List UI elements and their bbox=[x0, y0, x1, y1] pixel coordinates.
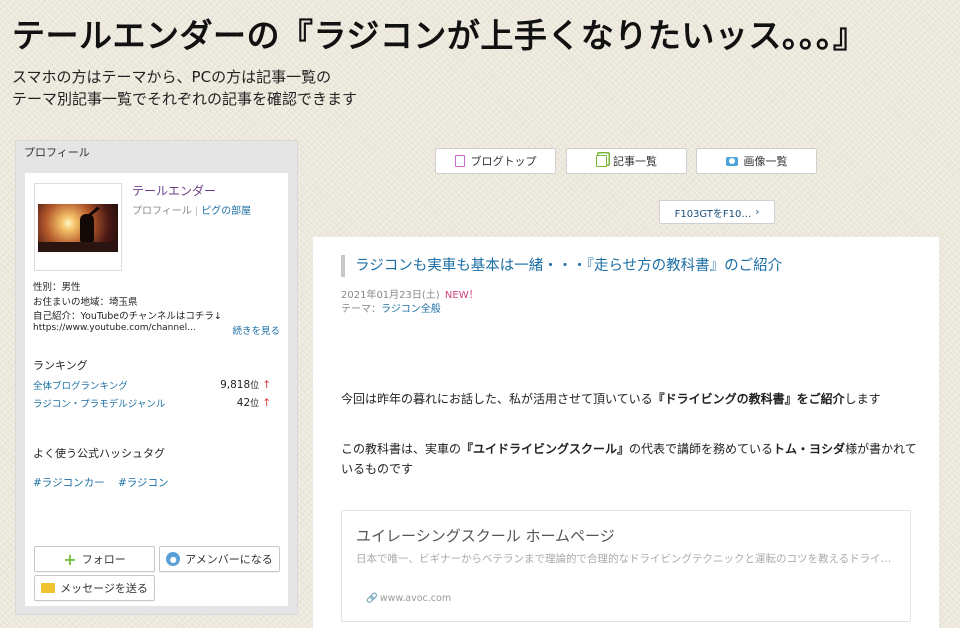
blog-header: テールエンダーの『ラジコンが上手くなりたいッス。。。』 スマホの方はテーマから、… bbox=[12, 14, 952, 110]
pigg-room-link[interactable]: ピグの部屋 bbox=[201, 206, 251, 217]
new-badge: NEW！ bbox=[444, 290, 479, 301]
article-list-icon bbox=[596, 155, 607, 167]
avatar[interactable] bbox=[38, 204, 118, 252]
profile-link[interactable]: プロフィール bbox=[132, 206, 192, 217]
link-separator: | bbox=[194, 206, 199, 217]
link-card-description: 日本で唯一、ビギナーからベテランまで理論的で合理的なドライビングテクニックと運転… bbox=[356, 553, 901, 565]
image-list-label: 画像一覧 bbox=[743, 155, 788, 168]
article-entry: ラジコンも実車も基本は一緒・・・『走らせ方の教科書』のご紹介 2021年01月2… bbox=[313, 237, 939, 628]
article-title[interactable]: ラジコンも実車も基本は一緒・・・『走らせ方の教科書』のご紹介 bbox=[341, 255, 782, 277]
rank-up-icon: ↑ bbox=[262, 397, 271, 409]
theme-link[interactable]: ラジコン全般 bbox=[381, 304, 441, 315]
blog-top-label: ブログトップ bbox=[470, 155, 537, 168]
theme-label: テーマ： bbox=[341, 304, 381, 315]
profile-location: お住まいの地域：埼玉県 bbox=[33, 296, 138, 308]
hashtag-list: #ラジコンカー #ラジコン bbox=[33, 475, 179, 490]
ranking-title: ランキング bbox=[33, 359, 88, 372]
hashtag-title: よく使う公式ハッシュタグ bbox=[33, 447, 165, 460]
link-card-title: ユイレーシングスクール ホームページ bbox=[356, 527, 615, 545]
link-icon: 🔗 bbox=[366, 593, 378, 604]
profile-gender: 性別：男性 bbox=[33, 282, 81, 293]
envelope-icon bbox=[41, 583, 56, 593]
ranking-label[interactable]: 全体ブログランキング bbox=[33, 381, 128, 392]
blog-top-button[interactable]: ブログトップ bbox=[435, 148, 556, 174]
amember-button[interactable]: ● アメンバーになる bbox=[159, 546, 280, 572]
prev-article-button[interactable]: F103GTをF10… › bbox=[659, 200, 775, 224]
link-card[interactable]: ユイレーシングスクール ホームページ 日本で唯一、ビギナーからベテランまで理論的… bbox=[341, 510, 911, 622]
rank-up-icon: ↑ bbox=[262, 379, 271, 391]
ranking-row: ラジコン・プラモデルジャンル 42位 ↑ bbox=[33, 396, 271, 410]
profile-details: 性別：男性 お住まいの地域：埼玉県 自己紹介：YouTubeのチャンネルはコチラ… bbox=[33, 281, 283, 325]
message-button[interactable]: メッセージを送る bbox=[34, 575, 155, 601]
hashtag-link[interactable]: #ラジコンカー bbox=[33, 477, 105, 489]
follow-label: フォロー bbox=[81, 553, 126, 566]
blog-description-line: スマホの方はテーマから、PCの方は記事一覧の bbox=[12, 68, 332, 86]
ranking-row: 全体ブログランキング 9,818位 ↑ bbox=[33, 378, 271, 392]
avatar-frame[interactable] bbox=[34, 183, 122, 271]
article-date: 2021年01月23日(土) bbox=[341, 290, 440, 301]
ranking-value: 9,818位 ↑ bbox=[220, 379, 271, 391]
article-body: 今回は昨年の暮れにお話した、私が活用させて頂いている『ドライビングの教科書』をご… bbox=[341, 389, 921, 509]
article-list-button[interactable]: 記事一覧 bbox=[566, 148, 687, 174]
plus-icon: + bbox=[63, 549, 77, 569]
profile-section-label: プロフィール bbox=[24, 146, 90, 159]
ranking-label[interactable]: ラジコン・プラモデルジャンル bbox=[33, 399, 165, 410]
blog-description: スマホの方はテーマから、PCの方は記事一覧の テーマ別記事一覧でそれぞれの記事を… bbox=[12, 66, 952, 110]
profile-links: プロフィール | ピグの部屋 bbox=[132, 202, 251, 217]
image-list-button[interactable]: 画像一覧 bbox=[696, 148, 817, 174]
blog-description-line: テーマ別記事一覧でそれぞれの記事を確認できます bbox=[12, 90, 358, 108]
profile-name[interactable]: テールエンダー bbox=[132, 182, 216, 199]
profile-panel: プロフィール テールエンダー プロフィール | ピグの部屋 性別：男性 お住まいの地… bbox=[15, 140, 298, 615]
article-paragraph: この教科書は、実車の『ユイドライビングスクール』の代表で講師を務めているトム・ヨ… bbox=[341, 442, 917, 476]
ranking-value: 42位 ↑ bbox=[236, 397, 271, 409]
follow-button[interactable]: + フォロー bbox=[34, 546, 155, 572]
amember-label: アメンバーになる bbox=[185, 553, 273, 566]
document-icon bbox=[454, 155, 465, 167]
camera-icon bbox=[725, 156, 738, 166]
hashtag-link[interactable]: #ラジコン bbox=[118, 477, 169, 489]
message-label: メッセージを送る bbox=[60, 582, 148, 595]
amember-icon: ● bbox=[166, 552, 181, 566]
link-card-url: 🔗 www.avoc.com bbox=[366, 593, 452, 604]
chevron-right-icon: › bbox=[755, 206, 760, 218]
article-meta: 2021年01月23日(土) NEW！ テーマ：ラジコン全般 bbox=[341, 289, 479, 317]
article-paragraph: 今回は昨年の暮れにお話した、私が活用させて頂いている『ドライビングの教科書』をご… bbox=[341, 392, 881, 406]
read-more-link[interactable]: 続きを見る bbox=[232, 323, 280, 337]
profile-card: テールエンダー プロフィール | ピグの部屋 性別：男性 お住まいの地域：埼玉県 自… bbox=[25, 173, 288, 606]
article-list-label: 記事一覧 bbox=[613, 155, 657, 168]
blog-title[interactable]: テールエンダーの『ラジコンが上手くなりたいッス。。。』 bbox=[12, 14, 952, 58]
prev-article-label: F103GTをF10… bbox=[674, 208, 752, 220]
